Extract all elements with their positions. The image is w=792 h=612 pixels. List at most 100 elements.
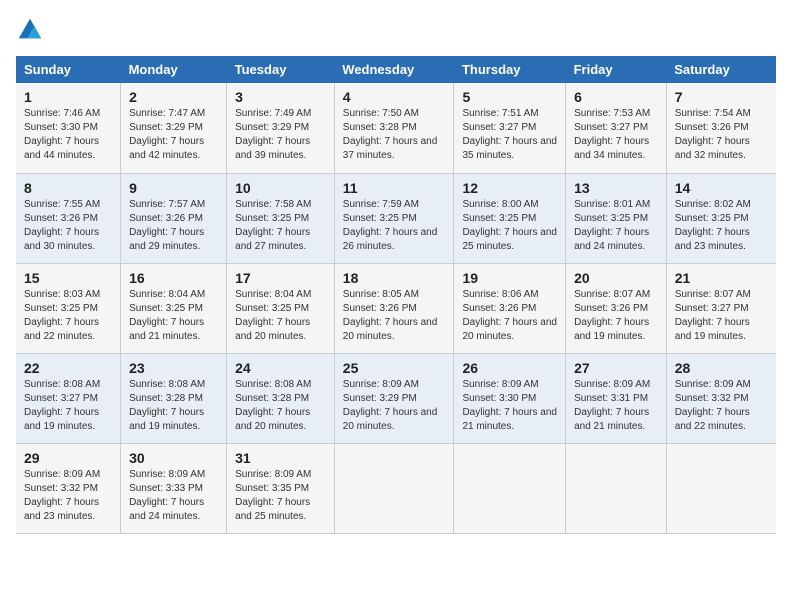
sunset-label: Sunset: 3:25 PM <box>574 213 648 224</box>
calendar-cell: 28 Sunrise: 8:09 AM Sunset: 3:32 PM Dayl… <box>666 353 776 443</box>
day-info: Sunrise: 8:08 AM Sunset: 3:28 PM Dayligh… <box>235 378 326 434</box>
day-info: Sunrise: 8:09 AM Sunset: 3:35 PM Dayligh… <box>235 468 326 524</box>
daylight-label: Daylight: 7 hours and 20 minutes. <box>343 407 438 432</box>
daylight-label: Daylight: 7 hours and 24 minutes. <box>129 497 204 522</box>
daylight-label: Daylight: 7 hours and 42 minutes. <box>129 136 204 161</box>
sunset-label: Sunset: 3:25 PM <box>24 303 98 314</box>
day-number: 9 <box>129 180 218 196</box>
sunrise-label: Sunrise: 8:08 AM <box>235 379 311 390</box>
daylight-label: Daylight: 7 hours and 21 minutes. <box>462 407 557 432</box>
sunset-label: Sunset: 3:27 PM <box>462 122 536 133</box>
day-info: Sunrise: 7:59 AM Sunset: 3:25 PM Dayligh… <box>343 198 446 254</box>
day-number: 16 <box>129 270 218 286</box>
daylight-label: Daylight: 7 hours and 32 minutes. <box>675 136 750 161</box>
day-info: Sunrise: 7:55 AM Sunset: 3:26 PM Dayligh… <box>24 198 112 254</box>
sunset-label: Sunset: 3:25 PM <box>235 213 309 224</box>
calendar-cell: 5 Sunrise: 7:51 AM Sunset: 3:27 PM Dayli… <box>454 83 566 173</box>
day-info: Sunrise: 8:09 AM Sunset: 3:32 PM Dayligh… <box>24 468 112 524</box>
day-number: 30 <box>129 450 218 466</box>
day-info: Sunrise: 8:08 AM Sunset: 3:28 PM Dayligh… <box>129 378 218 434</box>
daylight-label: Daylight: 7 hours and 30 minutes. <box>24 227 99 252</box>
day-info: Sunrise: 7:54 AM Sunset: 3:26 PM Dayligh… <box>675 107 768 163</box>
sunrise-label: Sunrise: 7:53 AM <box>574 108 650 119</box>
day-number: 24 <box>235 360 326 376</box>
daylight-label: Daylight: 7 hours and 19 minutes. <box>24 407 99 432</box>
day-number: 12 <box>462 180 557 196</box>
sunset-label: Sunset: 3:32 PM <box>675 393 749 404</box>
day-number: 18 <box>343 270 446 286</box>
daylight-label: Daylight: 7 hours and 19 minutes. <box>129 407 204 432</box>
daylight-label: Daylight: 7 hours and 26 minutes. <box>343 227 438 252</box>
daylight-label: Daylight: 7 hours and 22 minutes. <box>24 317 99 342</box>
sunrise-label: Sunrise: 8:09 AM <box>129 469 205 480</box>
calendar-cell: 26 Sunrise: 8:09 AM Sunset: 3:30 PM Dayl… <box>454 353 566 443</box>
day-number: 17 <box>235 270 326 286</box>
calendar-cell: 12 Sunrise: 8:00 AM Sunset: 3:25 PM Dayl… <box>454 173 566 263</box>
sunset-label: Sunset: 3:33 PM <box>129 483 203 494</box>
sunset-label: Sunset: 3:29 PM <box>235 122 309 133</box>
day-number: 25 <box>343 360 446 376</box>
sunrise-label: Sunrise: 8:03 AM <box>24 289 100 300</box>
sunrise-label: Sunrise: 7:57 AM <box>129 199 205 210</box>
calendar-cell: 27 Sunrise: 8:09 AM Sunset: 3:31 PM Dayl… <box>566 353 667 443</box>
day-info: Sunrise: 8:01 AM Sunset: 3:25 PM Dayligh… <box>574 198 658 254</box>
daylight-label: Daylight: 7 hours and 37 minutes. <box>343 136 438 161</box>
day-info: Sunrise: 8:00 AM Sunset: 3:25 PM Dayligh… <box>462 198 557 254</box>
sunset-label: Sunset: 3:26 PM <box>343 303 417 314</box>
day-number: 2 <box>129 89 218 105</box>
sunrise-label: Sunrise: 7:49 AM <box>235 108 311 119</box>
calendar-cell <box>566 443 667 533</box>
day-info: Sunrise: 8:09 AM Sunset: 3:30 PM Dayligh… <box>462 378 557 434</box>
sunset-label: Sunset: 3:27 PM <box>574 122 648 133</box>
day-number: 28 <box>675 360 768 376</box>
day-info: Sunrise: 7:46 AM Sunset: 3:30 PM Dayligh… <box>24 107 112 163</box>
sunset-label: Sunset: 3:26 PM <box>675 122 749 133</box>
sunset-label: Sunset: 3:25 PM <box>343 213 417 224</box>
header-sunday: Sunday <box>16 56 121 83</box>
sunset-label: Sunset: 3:25 PM <box>129 303 203 314</box>
sunrise-label: Sunrise: 8:01 AM <box>574 199 650 210</box>
calendar-week-row: 1 Sunrise: 7:46 AM Sunset: 3:30 PM Dayli… <box>16 83 776 173</box>
day-number: 31 <box>235 450 326 466</box>
calendar-cell: 13 Sunrise: 8:01 AM Sunset: 3:25 PM Dayl… <box>566 173 667 263</box>
daylight-label: Daylight: 7 hours and 19 minutes. <box>675 317 750 342</box>
calendar-cell: 1 Sunrise: 7:46 AM Sunset: 3:30 PM Dayli… <box>16 83 121 173</box>
sunset-label: Sunset: 3:25 PM <box>462 213 536 224</box>
day-info: Sunrise: 7:58 AM Sunset: 3:25 PM Dayligh… <box>235 198 326 254</box>
daylight-label: Daylight: 7 hours and 19 minutes. <box>574 317 649 342</box>
calendar-week-row: 22 Sunrise: 8:08 AM Sunset: 3:27 PM Dayl… <box>16 353 776 443</box>
sunset-label: Sunset: 3:30 PM <box>462 393 536 404</box>
daylight-label: Daylight: 7 hours and 24 minutes. <box>574 227 649 252</box>
sunset-label: Sunset: 3:30 PM <box>24 122 98 133</box>
calendar-cell <box>666 443 776 533</box>
day-info: Sunrise: 8:04 AM Sunset: 3:25 PM Dayligh… <box>129 288 218 344</box>
daylight-label: Daylight: 7 hours and 22 minutes. <box>675 407 750 432</box>
sunset-label: Sunset: 3:28 PM <box>235 393 309 404</box>
sunset-label: Sunset: 3:28 PM <box>343 122 417 133</box>
daylight-label: Daylight: 7 hours and 44 minutes. <box>24 136 99 161</box>
daylight-label: Daylight: 7 hours and 34 minutes. <box>574 136 649 161</box>
daylight-label: Daylight: 7 hours and 20 minutes. <box>235 407 310 432</box>
calendar-week-row: 8 Sunrise: 7:55 AM Sunset: 3:26 PM Dayli… <box>16 173 776 263</box>
day-info: Sunrise: 7:47 AM Sunset: 3:29 PM Dayligh… <box>129 107 218 163</box>
daylight-label: Daylight: 7 hours and 20 minutes. <box>235 317 310 342</box>
day-info: Sunrise: 7:50 AM Sunset: 3:28 PM Dayligh… <box>343 107 446 163</box>
calendar-cell <box>454 443 566 533</box>
sunrise-label: Sunrise: 8:07 AM <box>675 289 751 300</box>
day-info: Sunrise: 8:09 AM Sunset: 3:31 PM Dayligh… <box>574 378 658 434</box>
day-number: 21 <box>675 270 768 286</box>
daylight-label: Daylight: 7 hours and 29 minutes. <box>129 227 204 252</box>
sunrise-label: Sunrise: 7:46 AM <box>24 108 100 119</box>
day-info: Sunrise: 7:49 AM Sunset: 3:29 PM Dayligh… <box>235 107 326 163</box>
day-number: 10 <box>235 180 326 196</box>
sunrise-label: Sunrise: 8:00 AM <box>462 199 538 210</box>
logo <box>16 16 48 44</box>
day-info: Sunrise: 8:08 AM Sunset: 3:27 PM Dayligh… <box>24 378 112 434</box>
day-info: Sunrise: 8:06 AM Sunset: 3:26 PM Dayligh… <box>462 288 557 344</box>
calendar-cell: 14 Sunrise: 8:02 AM Sunset: 3:25 PM Dayl… <box>666 173 776 263</box>
header-saturday: Saturday <box>666 56 776 83</box>
sunset-label: Sunset: 3:26 PM <box>24 213 98 224</box>
calendar-table: SundayMondayTuesdayWednesdayThursdayFrid… <box>16 56 776 534</box>
sunrise-label: Sunrise: 8:09 AM <box>574 379 650 390</box>
day-number: 8 <box>24 180 112 196</box>
